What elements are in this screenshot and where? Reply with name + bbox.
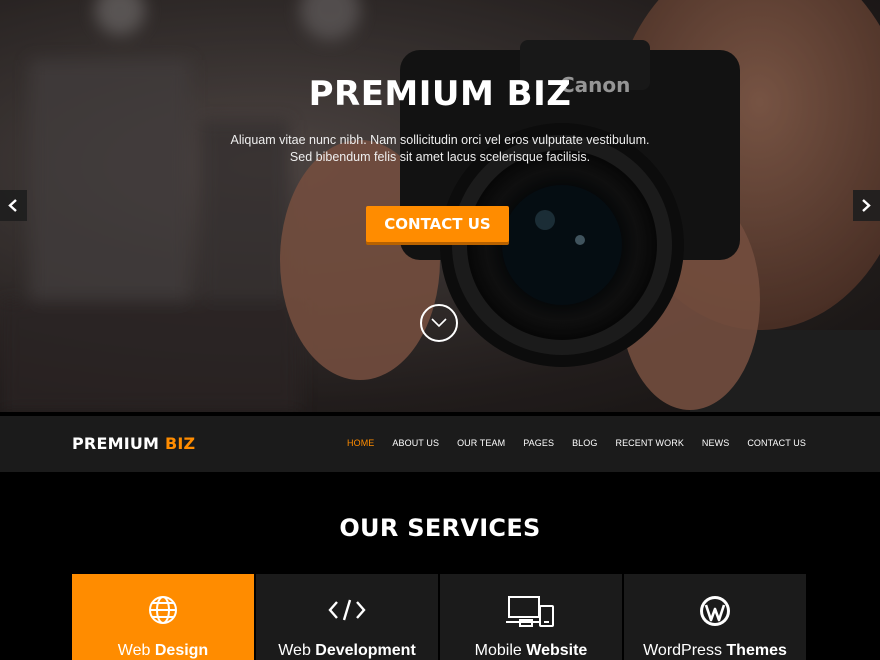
wordpress-icon <box>624 594 806 628</box>
contact-us-button[interactable]: CONTACT US <box>366 206 509 242</box>
slider-prev-button[interactable] <box>0 190 27 221</box>
service-label: Web Design <box>72 642 254 660</box>
chevron-down-icon <box>431 318 447 328</box>
nav-item-contact-us[interactable]: CONTACT US <box>747 438 806 448</box>
service-label-light: Mobile <box>474 642 522 659</box>
nav-item-recent-work[interactable]: RECENT WORK <box>615 438 683 448</box>
logo-text-accent: BIZ <box>164 434 196 453</box>
main-navbar: PREMIUM BIZ HOME ABOUT US OUR TEAM PAGES… <box>0 416 880 472</box>
service-label-bold: Development <box>315 642 416 659</box>
chevron-left-icon <box>8 199 17 212</box>
hero-description-line1: Aliquam vitae nunc nibh. Nam sollicitudi… <box>230 133 650 147</box>
service-card-web-development[interactable]: Web Development <box>256 574 438 660</box>
nav-item-news[interactable]: NEWS <box>702 438 729 448</box>
scroll-down-button[interactable] <box>420 304 458 342</box>
service-label-light: Web <box>278 642 311 659</box>
services-title: OUR SERVICES <box>339 514 541 542</box>
service-card-wordpress-themes[interactable]: WordPress Themes <box>624 574 806 660</box>
logo-text-primary: PREMIUM <box>72 434 160 453</box>
services-list: Web Design Web Development Mobile Websit… <box>72 574 806 660</box>
nav-item-our-team[interactable]: OUR TEAM <box>457 438 505 448</box>
slider-next-button[interactable] <box>853 190 880 221</box>
devices-icon <box>440 594 622 628</box>
hero-description-line2: Sed bibendum felis sit amet lacus sceler… <box>289 150 591 164</box>
nav-item-home[interactable]: HOME <box>347 438 374 448</box>
service-label-light: Web <box>117 642 151 659</box>
nav-item-about-us[interactable]: ABOUT US <box>392 438 439 448</box>
service-label-light: WordPress <box>643 642 722 659</box>
service-label-bold: Design <box>154 642 209 659</box>
globe-icon <box>72 594 254 628</box>
hero-slider: Canon PREMIUM BIZ Aliquam vitae nunc nib… <box>0 0 880 412</box>
service-card-web-design[interactable]: Web Design <box>72 574 254 660</box>
service-label: WordPress Themes <box>624 642 806 660</box>
service-card-mobile-website[interactable]: Mobile Website <box>440 574 622 660</box>
service-label-bold: Website <box>526 642 588 659</box>
code-icon <box>256 594 438 628</box>
service-label: Mobile Website <box>440 642 622 660</box>
site-logo[interactable]: PREMIUM BIZ <box>72 434 195 453</box>
main-menu: HOME ABOUT US OUR TEAM PAGES BLOG RECENT… <box>347 438 806 448</box>
hero-title: PREMIUM BIZ <box>308 74 572 114</box>
nav-item-blog[interactable]: BLOG <box>572 438 597 448</box>
hero-description: Aliquam vitae nunc nibh. Nam sollicitudi… <box>0 132 880 166</box>
service-label-bold: Themes <box>726 642 787 659</box>
service-label: Web Development <box>256 642 438 660</box>
nav-item-pages[interactable]: PAGES <box>523 438 554 448</box>
chevron-right-icon <box>862 199 871 212</box>
